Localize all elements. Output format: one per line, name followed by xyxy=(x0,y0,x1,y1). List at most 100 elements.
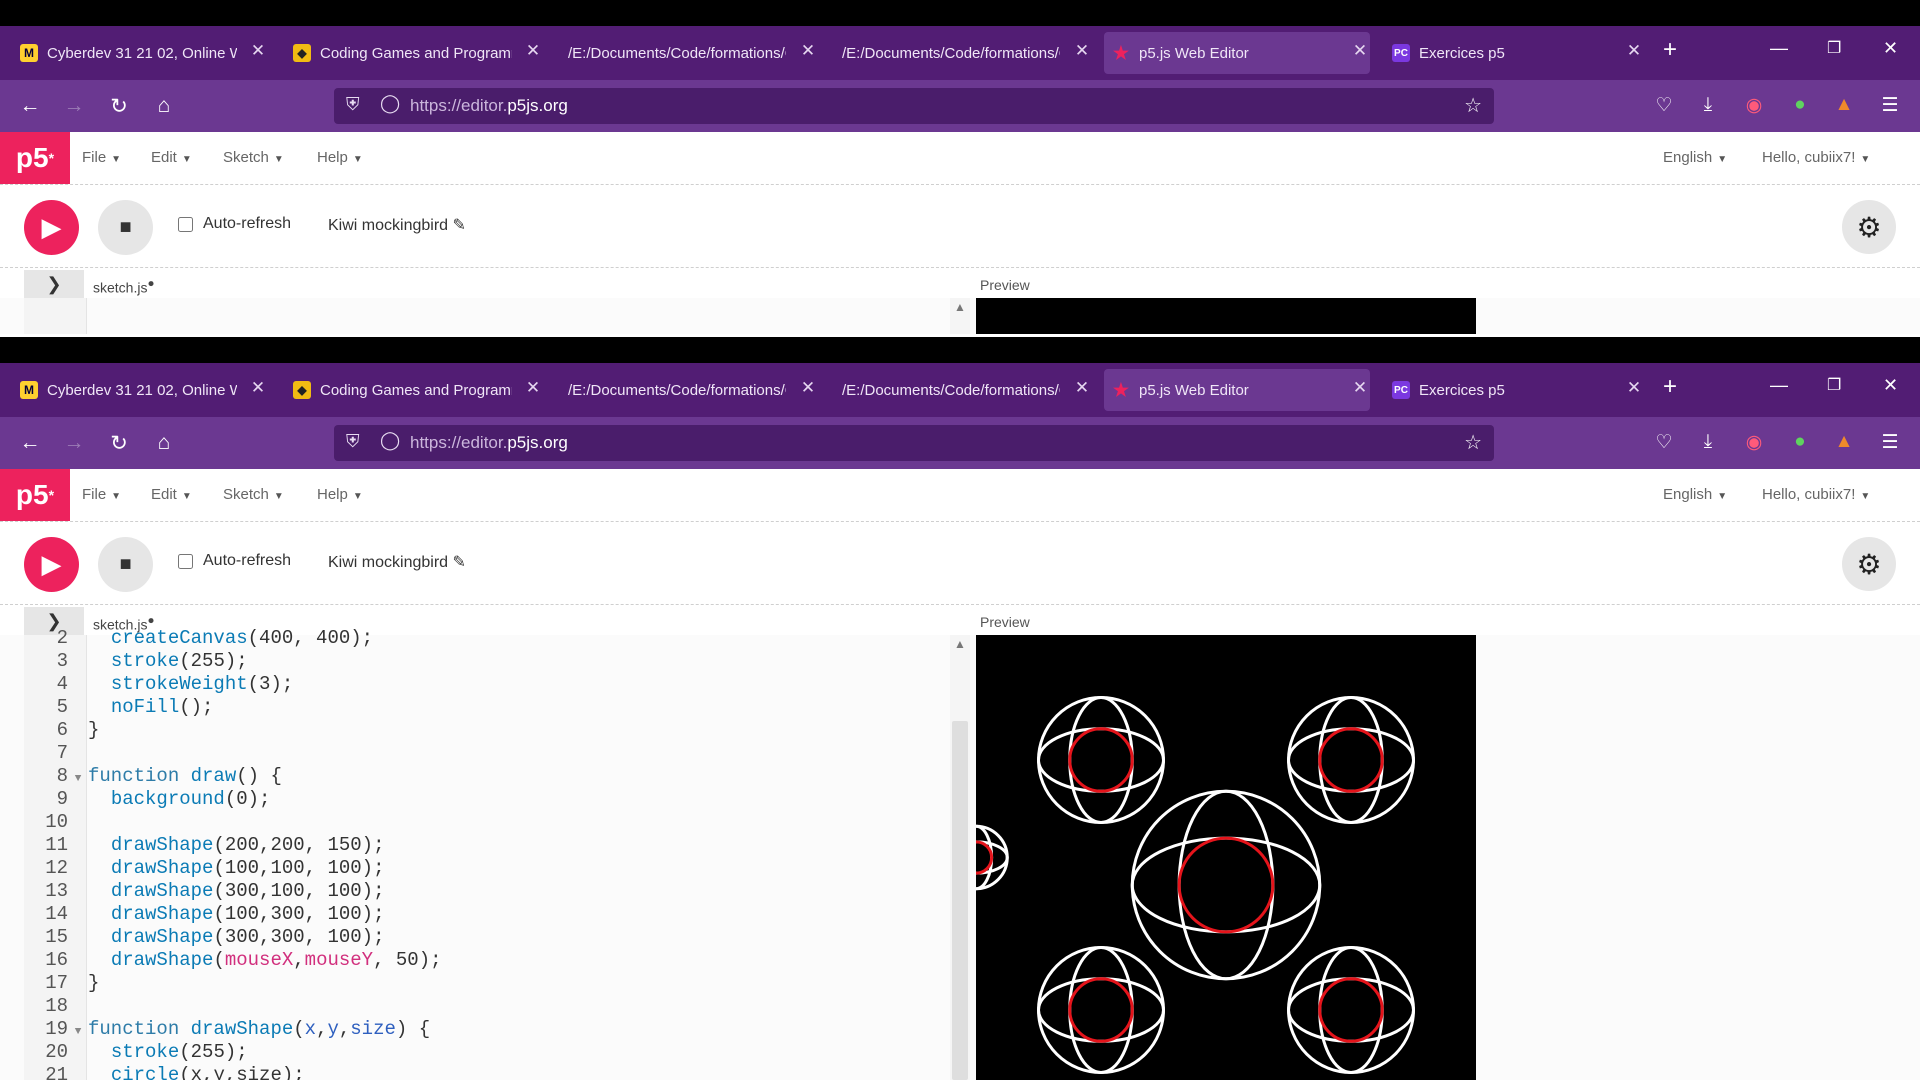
code-line[interactable]: 20 stroke(255); xyxy=(24,1041,247,1064)
extension-icon[interactable]: ◉ xyxy=(1742,94,1766,117)
menu-edit[interactable]: Edit ▼ xyxy=(151,149,192,166)
lock-icon[interactable]: ◯ xyxy=(380,93,400,114)
url-text[interactable]: https://editor.p5js.org xyxy=(410,433,568,453)
tab-close-icon[interactable]: ✕ xyxy=(798,378,818,398)
settings-button[interactable]: ⚙ xyxy=(1842,200,1896,254)
reload-icon[interactable]: ↻ xyxy=(107,94,131,119)
lock-icon[interactable]: ◯ xyxy=(380,430,400,451)
code-line[interactable]: 13 drawShape(300,100, 100); xyxy=(24,880,384,903)
code-line[interactable]: 15 drawShape(300,300, 100); xyxy=(24,926,384,949)
reload-icon[interactable]: ↻ xyxy=(107,431,131,456)
code-line[interactable]: 9 background(0); xyxy=(24,788,271,811)
code-line[interactable]: 2 createCanvas(400, 400); xyxy=(24,627,373,650)
tab-1[interactable]: ◆ Coding Games and Programmi ✕ xyxy=(285,32,543,74)
metamask-fox-icon[interactable]: ▲ xyxy=(1832,94,1856,116)
code-line[interactable]: 6} xyxy=(24,719,100,742)
scrollbar-thumb[interactable] xyxy=(952,721,968,1080)
minimize-icon[interactable]: — xyxy=(1770,375,1788,396)
user-menu[interactable]: Hello, cubiix7! ▼ xyxy=(1762,149,1870,166)
shield-icon[interactable]: ⛨ xyxy=(346,431,360,452)
menu-sketch[interactable]: Sketch ▼ xyxy=(223,486,284,503)
language-select[interactable]: English ▼ xyxy=(1663,149,1727,166)
auto-refresh-toggle[interactable]: Auto-refresh xyxy=(178,552,291,570)
back-icon[interactable]: ← xyxy=(18,94,42,118)
extension-green-icon[interactable]: ● xyxy=(1788,431,1812,453)
menu-file[interactable]: File ▼ xyxy=(82,486,121,503)
code-line[interactable]: 21 circle(x,y,size); xyxy=(24,1064,304,1080)
stop-button[interactable]: ■ xyxy=(98,200,153,255)
pocket-icon[interactable]: ♡ xyxy=(1652,94,1676,117)
home-icon[interactable]: ⌂ xyxy=(152,94,176,118)
bookmark-star-icon[interactable]: ☆ xyxy=(1464,430,1482,455)
extension-green-icon[interactable]: ● xyxy=(1788,94,1812,116)
tab-close-icon[interactable]: ✕ xyxy=(523,41,543,61)
home-icon[interactable]: ⌂ xyxy=(152,431,176,455)
url-text[interactable]: https://editor.p5js.org xyxy=(410,96,568,116)
tab-close-icon[interactable]: ✕ xyxy=(1072,41,1092,61)
code-line[interactable]: 11 drawShape(200,200, 150); xyxy=(24,834,384,857)
forward-icon[interactable]: → xyxy=(62,94,86,118)
editor-scrollbar[interactable]: ▲ xyxy=(950,635,970,1080)
p5-logo[interactable]: p5 * xyxy=(0,469,70,521)
pencil-icon[interactable]: ✎ xyxy=(453,217,466,234)
file-tab-sketch-js[interactable]: sketch.js● xyxy=(93,277,155,296)
code-line[interactable]: 3 stroke(255); xyxy=(24,650,248,673)
tab-close-icon[interactable]: ✕ xyxy=(248,41,268,61)
tab-0[interactable]: M Cyberdev 31 21 02, Online Wh ✕ xyxy=(12,32,268,74)
back-icon[interactable]: ← xyxy=(18,431,42,455)
sketch-name[interactable]: Kiwi mockingbird ✎ xyxy=(328,552,466,572)
code-line[interactable]: 12 drawShape(100,100, 100); xyxy=(24,857,384,880)
menu-file[interactable]: File ▼ xyxy=(82,149,121,166)
menu-help[interactable]: Help ▼ xyxy=(317,486,363,503)
new-tab-icon[interactable]: + xyxy=(1663,373,1677,401)
tab-5[interactable]: PC Exercices p5 ✕ xyxy=(1384,369,1644,411)
expand-sidebar-button[interactable]: ❯ xyxy=(24,270,84,298)
tab-close-icon[interactable]: ✕ xyxy=(1624,378,1644,398)
auto-refresh-checkbox[interactable] xyxy=(178,553,193,569)
tab-close-icon[interactable]: ✕ xyxy=(1072,378,1092,398)
pencil-icon[interactable]: ✎ xyxy=(453,554,466,571)
code-line[interactable]: 16 drawShape(mouseX,mouseY, 50); xyxy=(24,949,441,972)
auto-refresh-toggle[interactable]: Auto-refresh xyxy=(178,215,291,233)
code-line[interactable]: 18 xyxy=(24,995,88,1018)
editor-scrollbar[interactable]: ▲ xyxy=(950,298,970,334)
tab-5[interactable]: PC Exercices p5 ✕ xyxy=(1384,32,1644,74)
hamburger-menu-icon[interactable]: ☰ xyxy=(1878,431,1902,454)
url-bar[interactable]: ⛨ ◯ https://editor.p5js.org ☆ xyxy=(334,88,1494,124)
tab-3[interactable]: /E:/Documents/Code/formations/C ✕ xyxy=(834,32,1092,74)
preview-canvas[interactable] xyxy=(976,298,1476,334)
tab-2[interactable]: /E:/Documents/Code/formations/C ✕ xyxy=(560,32,818,74)
play-button[interactable]: ▶ xyxy=(24,200,79,255)
window-close-icon[interactable]: ✕ xyxy=(1883,375,1898,396)
settings-button[interactable]: ⚙ xyxy=(1842,537,1896,591)
tab-1[interactable]: ◆ Coding Games and Programmi ✕ xyxy=(285,369,543,411)
hamburger-menu-icon[interactable]: ☰ xyxy=(1878,94,1902,117)
scroll-up-icon[interactable]: ▲ xyxy=(950,637,970,651)
menu-help[interactable]: Help ▼ xyxy=(317,149,363,166)
code-line[interactable]: 14 drawShape(100,300, 100); xyxy=(24,903,384,926)
tab-close-icon[interactable]: ✕ xyxy=(798,41,818,61)
restore-icon[interactable]: ❐ xyxy=(1827,375,1841,395)
tab-close-icon[interactable]: ✕ xyxy=(248,378,268,398)
tab-4[interactable]: ★ p5.js Web Editor ✕ xyxy=(1104,32,1370,74)
window-close-icon[interactable]: ✕ xyxy=(1883,38,1898,59)
minimize-icon[interactable]: — xyxy=(1770,38,1788,59)
menu-edit[interactable]: Edit ▼ xyxy=(151,486,192,503)
tab-close-icon[interactable]: ✕ xyxy=(1624,41,1644,61)
code-line[interactable]: 5 noFill(); xyxy=(24,696,214,719)
scroll-up-icon[interactable]: ▲ xyxy=(950,300,970,314)
restore-icon[interactable]: ❐ xyxy=(1827,38,1841,58)
code-line[interactable]: 10 xyxy=(24,811,88,834)
extension-icon[interactable]: ◉ xyxy=(1742,431,1766,454)
language-select[interactable]: English ▼ xyxy=(1663,486,1727,503)
preview-canvas[interactable] xyxy=(976,635,1476,1080)
new-tab-icon[interactable]: + xyxy=(1663,36,1677,64)
tab-close-icon[interactable]: ✕ xyxy=(1350,41,1370,61)
shield-icon[interactable]: ⛨ xyxy=(346,94,360,115)
p5-logo[interactable]: p5 * xyxy=(0,132,70,184)
code-line[interactable]: 19 ▼ function drawShape(x,y,size) { xyxy=(24,1018,430,1041)
code-line[interactable]: 7 xyxy=(24,742,88,765)
bookmark-star-icon[interactable]: ☆ xyxy=(1464,93,1482,118)
user-menu[interactable]: Hello, cubiix7! ▼ xyxy=(1762,486,1870,503)
tab-close-icon[interactable]: ✕ xyxy=(523,378,543,398)
